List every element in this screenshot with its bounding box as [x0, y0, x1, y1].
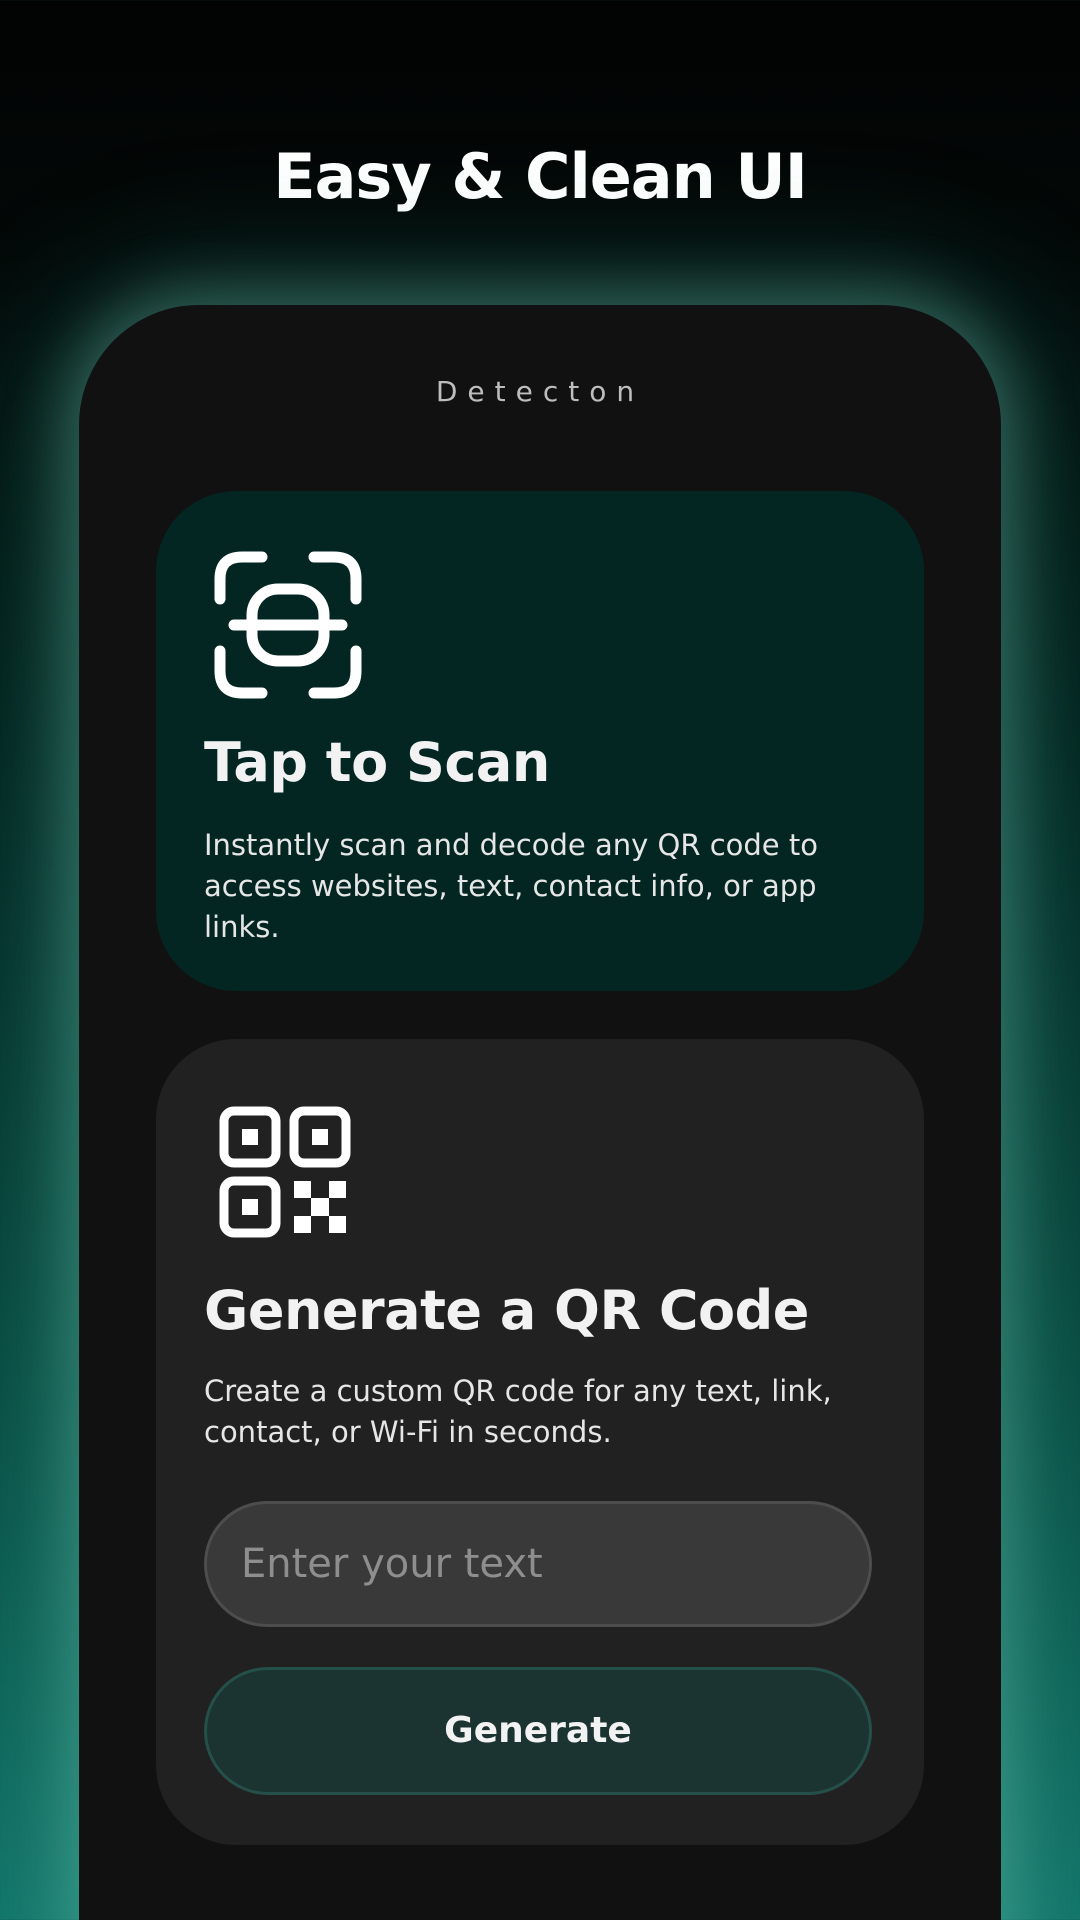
scan-card-description: Instantly scan and decode any QR code to…: [204, 828, 818, 944]
phone-frame: Detecton Tap to Scan Instantly scan and …: [79, 305, 1001, 1920]
promo-headline: Easy & Clean UI: [273, 140, 808, 213]
generate-card-description: Create a custom QR code for any text, li…: [204, 1374, 832, 1449]
generate-card-title: Generate a QR Code: [204, 1279, 809, 1342]
qr-code-icon: [219, 1106, 351, 1238]
generate-button[interactable]: Generate: [204, 1667, 872, 1795]
generate-card: Generate a QR Code Create a custom QR co…: [156, 1039, 924, 1845]
scan-card[interactable]: Tap to Scan Instantly scan and decode an…: [156, 491, 924, 991]
scan-frame-icon: [214, 551, 362, 699]
scan-card-title: Tap to Scan: [204, 731, 550, 794]
qr-text-input[interactable]: [204, 1501, 872, 1627]
app-title: Detecton: [435, 375, 645, 408]
